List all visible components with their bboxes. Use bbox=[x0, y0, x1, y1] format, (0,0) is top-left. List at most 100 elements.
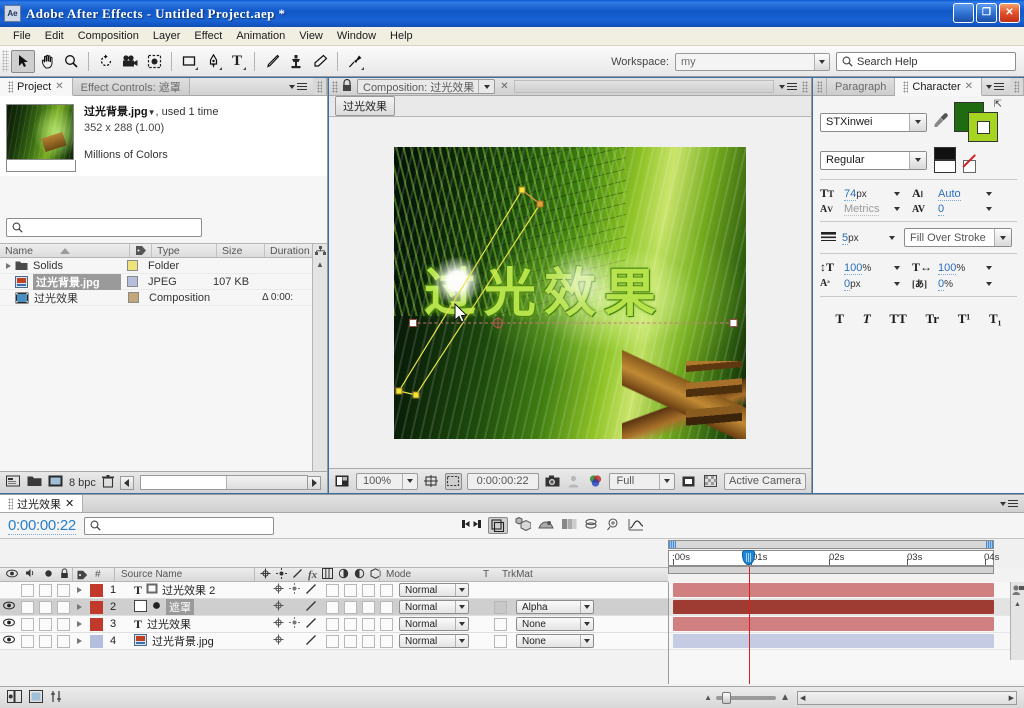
close-icon[interactable]: ✕ bbox=[55, 81, 63, 92]
rotation-tool[interactable] bbox=[94, 50, 118, 73]
graph-editor-in-out-icon[interactable] bbox=[461, 518, 481, 533]
layer-bar[interactable] bbox=[673, 583, 994, 597]
close-icon[interactable]: ✕ bbox=[500, 81, 508, 92]
video-eye-icon[interactable] bbox=[3, 601, 15, 613]
close-icon[interactable]: ✕ bbox=[65, 497, 74, 510]
timeline-search-input[interactable] bbox=[83, 516, 274, 535]
resolution-select[interactable]: Full bbox=[609, 472, 676, 490]
font-size-dropdown-icon[interactable] bbox=[894, 191, 900, 196]
clone-stamp-tool[interactable] bbox=[284, 50, 308, 73]
selection-tool[interactable] bbox=[11, 49, 35, 73]
snapshot-camera-icon[interactable] bbox=[544, 473, 561, 490]
list-item[interactable]: 过光效果 Composition Δ 0:00: bbox=[0, 290, 327, 306]
layer-name[interactable]: 过光背景.jpg bbox=[152, 633, 214, 649]
trkmat-select[interactable]: None bbox=[516, 634, 594, 648]
zoom-out-icon[interactable]: ▲ bbox=[704, 693, 712, 702]
layer-bar[interactable] bbox=[673, 634, 994, 648]
tracking-dropdown-icon[interactable] bbox=[986, 207, 992, 211]
effects-switch-icon[interactable] bbox=[305, 583, 317, 598]
horizontal-scale-dropdown-icon[interactable] bbox=[986, 265, 992, 270]
region-preview-icon[interactable] bbox=[680, 473, 697, 490]
quality-switch-icon[interactable] bbox=[289, 583, 300, 597]
track-row[interactable] bbox=[669, 582, 1024, 599]
layer-name[interactable]: 过光效果 2 bbox=[162, 582, 215, 598]
expand-triangle-icon[interactable] bbox=[76, 621, 82, 627]
character-panel-grip-right[interactable] bbox=[1010, 78, 1024, 95]
project-panel-grip[interactable] bbox=[313, 78, 327, 95]
tab-effect-controls[interactable]: Effect Controls: 遮罩 bbox=[72, 78, 190, 95]
search-help-input[interactable]: Search Help bbox=[836, 52, 1016, 71]
blend-mode-select[interactable]: Normal bbox=[399, 600, 469, 614]
minimize-button[interactable]: _ bbox=[953, 3, 974, 23]
faux-italic-button[interactable]: T bbox=[863, 311, 871, 327]
zoom-level-select[interactable]: 100% bbox=[355, 472, 418, 490]
list-item[interactable]: 过光背景.jpg JPEG 107 KB bbox=[0, 273, 327, 290]
table-row[interactable]: 2 遮罩 Normal Alpha bbox=[0, 599, 668, 616]
scroll-up-arrow[interactable]: ▲ bbox=[1011, 601, 1024, 608]
project-settings-icon[interactable] bbox=[6, 475, 21, 491]
camera-view-select[interactable]: Active Camera bbox=[724, 472, 806, 490]
expand-triangle-icon[interactable] bbox=[76, 587, 82, 593]
default-colors-stack[interactable] bbox=[934, 147, 956, 173]
menu-effect[interactable]: Effect bbox=[187, 29, 229, 43]
menu-layer[interactable]: Layer bbox=[146, 29, 188, 43]
composition-timecode[interactable]: 0:00:00:22 bbox=[466, 472, 539, 490]
menu-animation[interactable]: Animation bbox=[229, 29, 292, 43]
hand-tool[interactable] bbox=[35, 50, 59, 73]
composition-viewer[interactable]: 过光效果 bbox=[329, 118, 811, 468]
shy-layers-icon[interactable] bbox=[584, 518, 599, 533]
tab-paragraph[interactable]: Paragraph bbox=[827, 78, 896, 95]
menu-view[interactable]: View bbox=[292, 29, 330, 43]
zoom-track[interactable] bbox=[716, 691, 777, 704]
puppet-pin-tool[interactable] bbox=[343, 50, 367, 73]
shape-tool[interactable] bbox=[177, 50, 201, 73]
timeline-panel-menu-button[interactable] bbox=[1000, 499, 1018, 508]
motion-blur-icon[interactable] bbox=[538, 518, 554, 533]
pen-tool[interactable] bbox=[201, 50, 225, 73]
eyedropper-icon[interactable] bbox=[932, 112, 949, 132]
list-item[interactable]: Solids Folder bbox=[0, 258, 327, 274]
panel-grip-icon[interactable] bbox=[332, 80, 338, 93]
channel-rgb-icon[interactable] bbox=[587, 473, 604, 490]
breadcrumb[interactable]: 过光效果 bbox=[335, 96, 395, 116]
blend-mode-select[interactable]: Normal bbox=[399, 583, 469, 597]
toggle-mask-visibility-icon[interactable] bbox=[444, 472, 462, 490]
quality-switch-icon[interactable] bbox=[289, 617, 300, 631]
delete-icon[interactable] bbox=[101, 474, 114, 491]
timeline-horizontal-scrollbar[interactable]: ◀ ▶ bbox=[797, 690, 1017, 705]
zoom-tool[interactable] bbox=[59, 50, 83, 73]
project-vertical-scrollbar[interactable]: ▲ bbox=[312, 244, 327, 471]
anchor-switch-icon[interactable] bbox=[273, 583, 284, 597]
layer-color-swatch[interactable] bbox=[89, 600, 103, 614]
transparency-grid-icon[interactable] bbox=[702, 473, 719, 490]
toggle-transparency-grid-icon[interactable] bbox=[334, 473, 351, 490]
close-button[interactable]: ✕ bbox=[999, 3, 1020, 23]
workspace-select[interactable]: my bbox=[675, 52, 830, 71]
project-search-input[interactable] bbox=[6, 218, 202, 237]
font-style-select[interactable]: Regular bbox=[820, 150, 927, 170]
composition-mini-flowchart-icon[interactable] bbox=[487, 517, 508, 534]
fill-stroke-order-select[interactable]: Fill Over Stroke bbox=[904, 228, 1012, 247]
eraser-tool[interactable] bbox=[308, 50, 332, 73]
current-time-display[interactable]: 0:00:00:22 bbox=[8, 517, 76, 535]
trkmat-select[interactable]: None bbox=[516, 617, 594, 631]
menu-edit[interactable]: Edit bbox=[38, 29, 71, 43]
brainstorm-icon[interactable] bbox=[606, 517, 621, 534]
trkmat-select[interactable]: Alpha bbox=[516, 600, 594, 614]
composition-flowchart-icon[interactable] bbox=[29, 689, 43, 706]
layer-name[interactable]: 过光效果 bbox=[147, 616, 191, 632]
column-type[interactable]: Type bbox=[152, 244, 217, 257]
anchor-switch-icon[interactable] bbox=[273, 634, 284, 648]
zoom-knob[interactable] bbox=[722, 691, 732, 704]
effects-switch-icon[interactable] bbox=[305, 634, 317, 649]
vertical-scale-value[interactable]: 100 bbox=[844, 261, 863, 275]
baseline-shift-dropdown-icon[interactable] bbox=[894, 281, 900, 286]
column-size[interactable]: Size bbox=[217, 244, 265, 257]
close-icon[interactable]: ✕ bbox=[965, 81, 973, 92]
composition-canvas[interactable]: 过光效果 bbox=[394, 147, 746, 439]
work-area-end-handle[interactable] bbox=[986, 541, 993, 548]
work-area-bar-bottom[interactable] bbox=[668, 566, 994, 574]
brush-tool[interactable] bbox=[260, 50, 284, 73]
menu-file[interactable]: File bbox=[6, 29, 38, 43]
tab-timeline-comp[interactable]: 过光效果 ✕ bbox=[0, 495, 84, 512]
